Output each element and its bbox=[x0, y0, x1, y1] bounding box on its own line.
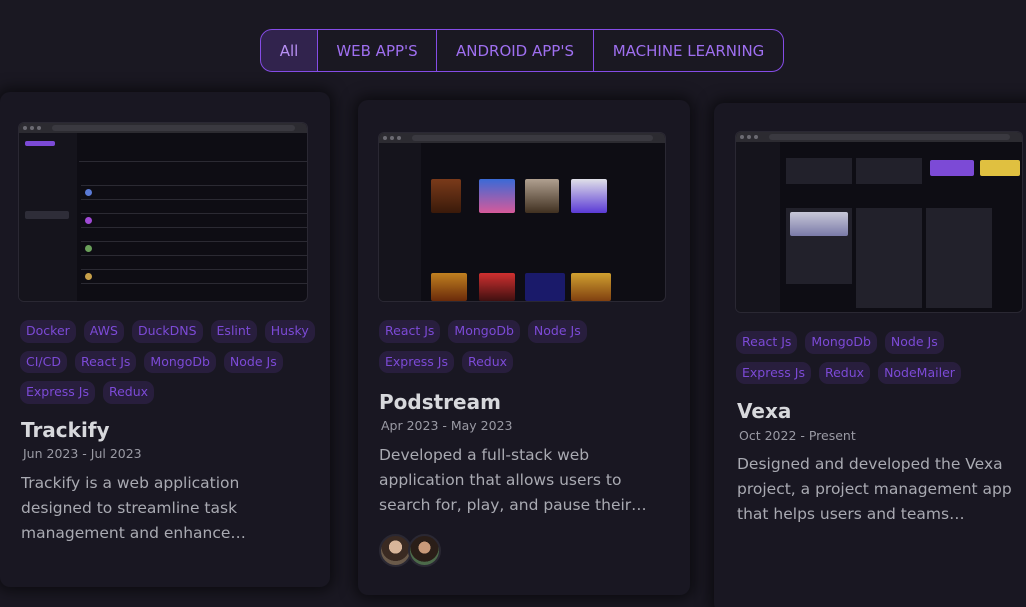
screenshot-project-card bbox=[926, 208, 992, 308]
screenshot-podcast-cover bbox=[571, 273, 611, 301]
project-image bbox=[378, 132, 666, 302]
tab-android-apps[interactable]: ANDROID APP'S bbox=[437, 30, 594, 71]
project-description: Developed a full-stack web application t… bbox=[379, 446, 647, 514]
member-avatar[interactable] bbox=[408, 534, 441, 567]
project-description: Designed and developed the Vexa project,… bbox=[737, 455, 1012, 523]
screenshot-divider bbox=[81, 241, 307, 242]
tag-list: React Js MongoDb Node Js Express Js Redu… bbox=[736, 331, 1026, 384]
screenshot-project-image bbox=[790, 212, 848, 236]
tag: CI/CD bbox=[20, 350, 67, 373]
project-image bbox=[18, 122, 308, 302]
screenshot-stat-card bbox=[856, 158, 922, 184]
project-date: Apr 2023 - May 2023 bbox=[381, 418, 513, 433]
screenshot-progress-bar bbox=[379, 301, 666, 302]
project-title: Vexa bbox=[737, 399, 792, 423]
project-description: Trackify is a web application designed t… bbox=[21, 474, 246, 542]
screenshot-podcast-cover bbox=[431, 179, 461, 213]
screenshot-divider bbox=[81, 269, 307, 270]
tag: Docker bbox=[20, 320, 76, 343]
screenshot-add-button bbox=[25, 211, 69, 219]
tag-list: Docker AWS DuckDNS Eslint Husky CI/CD Re… bbox=[20, 320, 315, 404]
tag: React Js bbox=[736, 331, 798, 354]
tag: NodeMailer bbox=[878, 361, 961, 384]
tab-machine-learning[interactable]: MACHINE LEARNING bbox=[594, 30, 783, 71]
project-title: Podstream bbox=[379, 390, 501, 414]
project-date: Oct 2022 - Present bbox=[739, 428, 856, 443]
project-members bbox=[379, 534, 441, 567]
screenshot-podcast-cover bbox=[479, 273, 515, 301]
screenshot-logo bbox=[25, 141, 55, 146]
browser-chrome bbox=[379, 133, 665, 143]
screenshot-podcast-cover bbox=[431, 273, 467, 301]
tag: Redux bbox=[461, 350, 514, 373]
tag: Husky bbox=[264, 320, 315, 343]
screenshot-divider bbox=[79, 161, 307, 162]
tag: Node Js bbox=[223, 350, 283, 373]
project-date: Jun 2023 - Jul 2023 bbox=[23, 446, 142, 461]
screenshot-avatar bbox=[85, 273, 92, 280]
browser-chrome bbox=[19, 123, 307, 133]
screenshot-podcast-cover bbox=[479, 179, 515, 213]
tag: Express Js bbox=[20, 381, 95, 404]
screenshot-project-card bbox=[856, 208, 922, 308]
screenshot-sidebar bbox=[379, 143, 421, 301]
tag: Express Js bbox=[736, 361, 811, 384]
screenshot-divider bbox=[81, 283, 307, 284]
browser-chrome bbox=[736, 132, 1022, 142]
screenshot-avatar bbox=[85, 245, 92, 252]
screenshot-divider bbox=[81, 227, 307, 228]
screenshot-divider bbox=[81, 199, 307, 200]
tag: Redux bbox=[102, 381, 155, 404]
tag: React Js bbox=[379, 320, 441, 343]
tag: MongoDb bbox=[448, 320, 520, 343]
screenshot-stat-card bbox=[786, 158, 852, 184]
screenshot-podcast-cover bbox=[525, 179, 559, 213]
screenshot-divider bbox=[81, 213, 307, 214]
screenshot-divider bbox=[81, 185, 307, 186]
screenshot-avatar bbox=[85, 189, 92, 196]
tag-list: React Js MongoDb Node Js Express Js Redu… bbox=[379, 320, 649, 373]
screenshot-create-button bbox=[930, 160, 974, 176]
tag: MongoDb bbox=[144, 350, 216, 373]
project-card-trackify[interactable]: Docker AWS DuckDNS Eslint Husky CI/CD Re… bbox=[0, 92, 330, 587]
project-card-vexa[interactable]: React Js MongoDb Node Js Express Js Redu… bbox=[714, 103, 1026, 607]
tag: Express Js bbox=[379, 350, 454, 373]
tab-web-apps[interactable]: WEB APP'S bbox=[318, 30, 437, 71]
tag: Eslint bbox=[210, 320, 257, 343]
tag: Node Js bbox=[884, 331, 944, 354]
project-title: Trackify bbox=[21, 418, 110, 442]
screenshot-podcast-cover bbox=[571, 179, 607, 213]
tag: MongoDb bbox=[805, 331, 877, 354]
project-image bbox=[735, 131, 1023, 313]
tag: Redux bbox=[818, 361, 871, 384]
tag: DuckDNS bbox=[131, 320, 203, 343]
tag: AWS bbox=[83, 320, 124, 343]
project-card-podstream[interactable]: React Js MongoDb Node Js Express Js Redu… bbox=[358, 100, 690, 595]
tag: React Js bbox=[74, 350, 137, 373]
tab-all[interactable]: All bbox=[261, 30, 318, 71]
tag: Node Js bbox=[527, 320, 587, 343]
screenshot-create-button bbox=[980, 160, 1020, 176]
project-filter-tabs: All WEB APP'S ANDROID APP'S MACHINE LEAR… bbox=[260, 29, 784, 72]
screenshot-podcast-cover bbox=[525, 273, 565, 301]
screenshot-avatar bbox=[85, 217, 92, 224]
screenshot-sidebar bbox=[736, 142, 780, 312]
screenshot-divider bbox=[81, 255, 307, 256]
